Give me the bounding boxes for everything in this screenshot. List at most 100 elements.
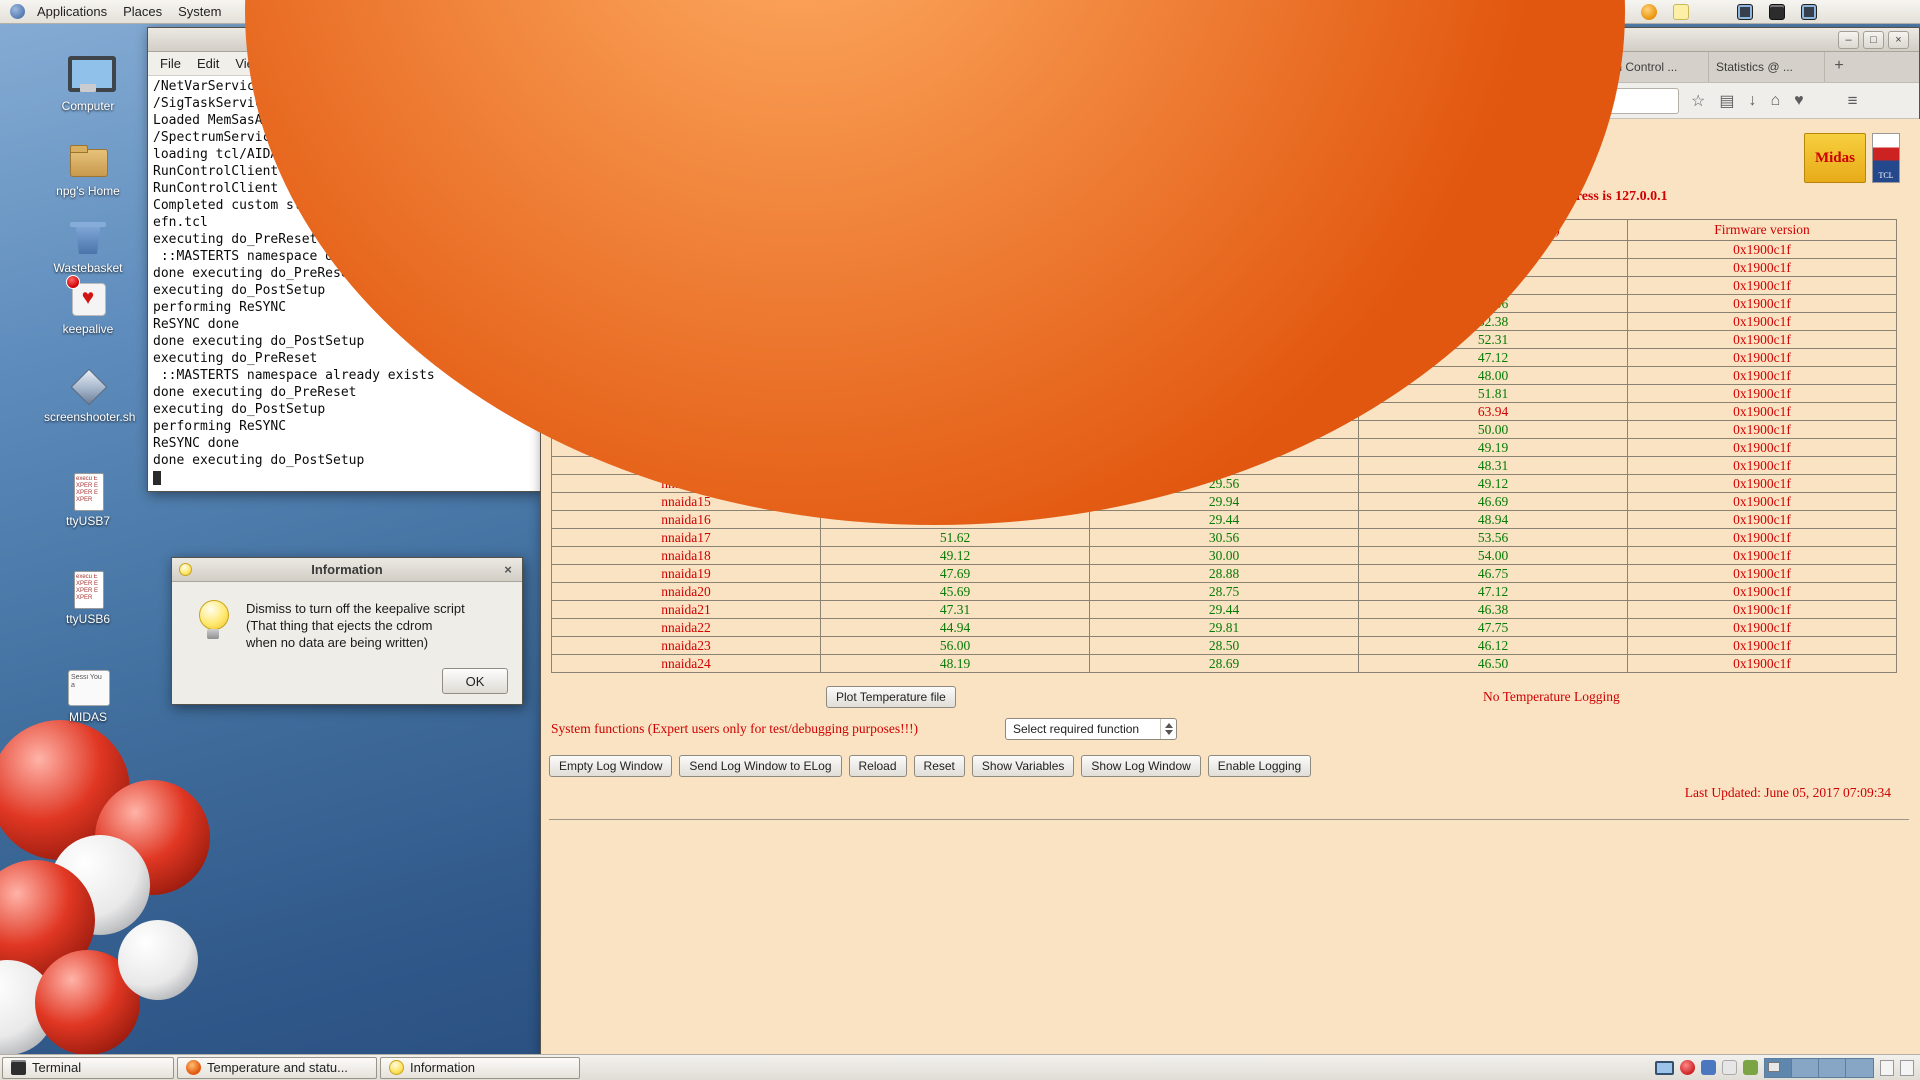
virtex-temp-cell: 44.94	[821, 619, 1090, 637]
firmware-cell: 0x1900c1f	[1628, 565, 1897, 583]
panel-menu[interactable]: Applications	[29, 0, 115, 23]
desktop-icon-preview-text: execu EXPER EXPER EXPER	[76, 476, 100, 506]
page-action-button[interactable]: Enable Logging	[1208, 755, 1311, 777]
desktop-icon-label: ttyUSB7	[44, 514, 132, 528]
desktop-icon[interactable]: execu EXPER EXPER EXPER ttyUSB7	[44, 471, 132, 528]
display-tray-icon[interactable]	[1655, 1061, 1674, 1075]
asic-temp-cell: 53.56	[1359, 529, 1628, 547]
fee64-name-cell: nnaida21	[552, 601, 821, 619]
workspace-3[interactable]	[1819, 1059, 1846, 1077]
dialog-title: Information	[311, 562, 383, 577]
dialog-message-line: Dismiss to turn off the keepalive script	[246, 600, 465, 617]
lightbulb-icon	[179, 563, 192, 576]
tray-document-icon[interactable]	[1880, 1060, 1894, 1076]
fee64-name-cell: nnaida22	[552, 619, 821, 637]
function-select-value: Select required function	[1013, 722, 1139, 736]
panel-menu[interactable]: Places	[115, 0, 170, 23]
virtex-temp-cell: 49.12	[821, 547, 1090, 565]
workspace-2[interactable]	[1792, 1059, 1819, 1077]
psu-temp-cell: 28.69	[1090, 655, 1359, 673]
terminal-menu-item[interactable]: Edit	[189, 56, 227, 71]
desktop-icon-preview-text: execu EXPER EXPER EXPER	[76, 574, 100, 604]
desktop-icon-image	[60, 56, 116, 96]
tray-icon[interactable]	[1680, 1060, 1695, 1075]
table-row: nnaida19 47.69 28.88 46.75 0x1900c1f	[552, 565, 1897, 583]
ok-button[interactable]: OK	[442, 668, 508, 694]
dialog-message-line: when no data are being written)	[246, 634, 465, 651]
workspace-4[interactable]	[1846, 1059, 1873, 1077]
page-action-button[interactable]: Send Log Window to ELog	[679, 755, 841, 777]
desktop-icon[interactable]: Sessi You a MIDAS	[44, 667, 132, 724]
workspace-switcher[interactable]	[1764, 1058, 1874, 1078]
taskbar-window-button[interactable]: Temperature and statu...	[177, 1057, 377, 1079]
launcher-icon[interactable]	[1801, 4, 1817, 20]
firmware-cell: 0x1900c1f	[1628, 583, 1897, 601]
white-sphere-decoration	[118, 920, 198, 1000]
tray-document-icon[interactable]	[1900, 1060, 1914, 1076]
tray-icon[interactable]	[1743, 1060, 1758, 1075]
table-row: nnaida21 47.31 29.44 46.38 0x1900c1f	[552, 601, 1897, 619]
workspace-1[interactable]	[1765, 1059, 1792, 1077]
asic-temp-cell: 47.75	[1359, 619, 1628, 637]
virtex-temp-cell: 47.69	[821, 565, 1090, 583]
applications-menu-icon[interactable]	[10, 4, 25, 19]
launcher-icon[interactable]	[1673, 4, 1689, 20]
desktop-icon[interactable]: Computer	[44, 56, 132, 113]
terminal-cursor	[153, 471, 161, 485]
dialog-close-icon[interactable]: ×	[500, 562, 516, 578]
plot-temperature-button[interactable]: Plot Temperature file	[826, 686, 956, 708]
page-action-button[interactable]: Reload	[849, 755, 907, 777]
dialog-titlebar[interactable]: Information ×	[172, 558, 522, 582]
system-tray	[1655, 1058, 1918, 1078]
taskbar-window-button[interactable]: Information	[380, 1057, 580, 1079]
psu-temp-cell: 30.56	[1090, 529, 1359, 547]
page-action-button[interactable]: Show Variables	[972, 755, 1075, 777]
psu-temp-cell: 28.88	[1090, 565, 1359, 583]
page-action-button[interactable]: Empty Log Window	[549, 755, 672, 777]
launcher-icon[interactable]	[1641, 4, 1657, 20]
firmware-cell: 0x1900c1f	[1628, 547, 1897, 565]
desktop-icon-image	[60, 279, 116, 319]
psu-temp-cell: 28.75	[1090, 583, 1359, 601]
asic-temp-cell: 47.12	[1359, 583, 1628, 601]
desktop-icon-label: MIDAS	[44, 710, 132, 724]
desktop-icon[interactable]: npg's Home	[44, 141, 132, 198]
no-logging-status: No Temperature Logging	[1483, 689, 1620, 705]
terminal-menu-item[interactable]: File	[152, 56, 189, 71]
taskbar: Terminal Temperature and statu... Inform…	[0, 1054, 1920, 1080]
desktop-icon-image: Sessi You a	[60, 667, 116, 707]
desktop-icon[interactable]: execu EXPER EXPER EXPER ttyUSB6	[44, 569, 132, 626]
asic-temp-cell: 46.50	[1359, 655, 1628, 673]
desktop-icon[interactable]: Wastebasket	[44, 218, 132, 275]
asic-temp-cell: 46.75	[1359, 565, 1628, 583]
table-row: nnaida23 56.00 28.50 46.12 0x1900c1f	[552, 637, 1897, 655]
select-arrows-icon[interactable]	[1160, 719, 1176, 739]
psu-temp-cell: 29.81	[1090, 619, 1359, 637]
fee64-name-cell: nnaida19	[552, 565, 821, 583]
desktop-icon-image	[60, 141, 116, 181]
launcher-icon[interactable]	[1769, 4, 1785, 20]
last-updated-label: Last Updated: June 05, 2017 07:09:34	[1685, 785, 1891, 801]
asic-temp-cell: 46.12	[1359, 637, 1628, 655]
taskbar-window-label: Temperature and statu...	[207, 1060, 348, 1075]
page-action-button[interactable]: Reset	[914, 755, 965, 777]
table-row: nnaida24 48.19 28.69 46.50 0x1900c1f	[552, 655, 1897, 673]
taskbar-window-icon	[389, 1060, 404, 1075]
launcher-icon[interactable]	[245, 0, 1625, 525]
tray-icon[interactable]	[1722, 1060, 1737, 1075]
fee64-name-cell: nnaida17	[552, 529, 821, 547]
desktop-icon[interactable]: keepalive	[44, 279, 132, 336]
fee64-name-cell: nnaida20	[552, 583, 821, 601]
firmware-cell: 0x1900c1f	[1628, 637, 1897, 655]
page-action-button[interactable]: Show Log Window	[1081, 755, 1200, 777]
tray-icon[interactable]	[1701, 1060, 1716, 1075]
launcher-icon[interactable]	[1737, 4, 1753, 20]
panel-menu[interactable]: System	[170, 0, 229, 23]
asic-temp-cell: 46.38	[1359, 601, 1628, 619]
function-select[interactable]: Select required function	[1005, 718, 1177, 740]
taskbar-items: Terminal Temperature and statu... Inform…	[2, 1057, 580, 1079]
desktop-icon[interactable]: screenshooter.sh	[44, 367, 132, 424]
taskbar-window-icon	[186, 1060, 201, 1075]
virtex-temp-cell: 48.19	[821, 655, 1090, 673]
taskbar-window-button[interactable]: Terminal	[2, 1057, 174, 1079]
